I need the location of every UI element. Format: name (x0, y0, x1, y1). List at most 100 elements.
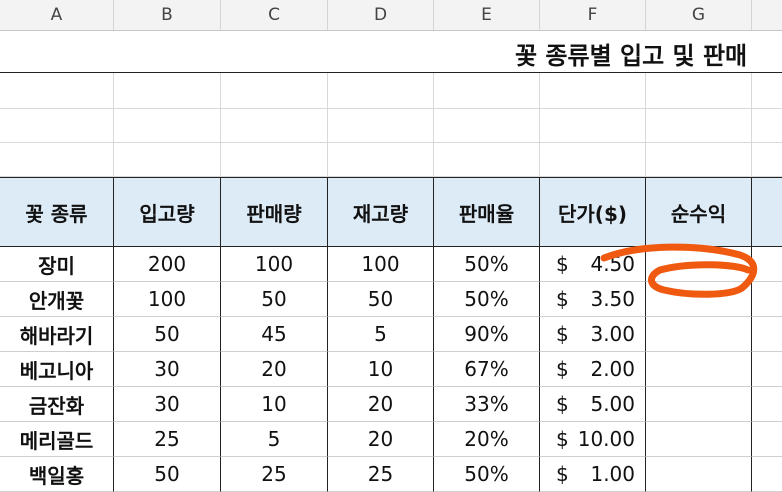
sales-rate-cell[interactable]: 67% (434, 352, 540, 387)
cell[interactable] (646, 143, 752, 177)
cell[interactable] (434, 73, 540, 109)
unit-price-cell[interactable]: $3.00 (540, 317, 646, 352)
sales-rate-cell[interactable]: 50% (434, 457, 540, 492)
net-profit-cell[interactable] (646, 422, 752, 457)
inventory-cell[interactable]: 25 (328, 457, 434, 492)
title-cell[interactable]: 꽃 종류별 입고 및 판매 (0, 31, 782, 73)
header-inventory[interactable]: 재고량 (328, 178, 434, 247)
net-profit-cell[interactable] (646, 457, 752, 492)
column-header-b[interactable]: B (114, 0, 221, 30)
cell[interactable] (434, 143, 540, 177)
sales-rate-cell[interactable]: 90% (434, 317, 540, 352)
sold-cell[interactable]: 50 (221, 282, 328, 317)
inventory-cell[interactable]: 100 (328, 247, 434, 282)
header-stock-in[interactable]: 입고량 (114, 178, 221, 247)
column-header-a[interactable]: A (0, 0, 114, 30)
cell[interactable] (0, 109, 114, 143)
cell[interactable] (540, 109, 646, 143)
net-profit-cell[interactable] (646, 317, 752, 352)
sales-rate-cell[interactable]: 50% (434, 247, 540, 282)
stock-in-cell[interactable]: 200 (114, 247, 221, 282)
header-net-profit[interactable]: 순수익 (646, 178, 752, 247)
stock-in-cell[interactable]: 100 (114, 282, 221, 317)
column-header-h[interactable] (752, 0, 782, 30)
cell[interactable] (752, 422, 782, 457)
unit-price-cell[interactable]: $2.00 (540, 352, 646, 387)
flower-name-cell[interactable]: 해바라기 (0, 317, 114, 352)
column-header-d[interactable]: D (328, 0, 434, 30)
sold-cell[interactable]: 5 (221, 422, 328, 457)
net-profit-cell[interactable] (646, 282, 752, 317)
cell[interactable] (646, 73, 752, 109)
cell[interactable] (114, 143, 221, 177)
header-flower-type[interactable]: 꽃 종류 (0, 178, 114, 247)
cell[interactable] (752, 109, 782, 143)
column-header-c[interactable]: C (221, 0, 328, 30)
cell[interactable] (221, 143, 328, 177)
stock-in-cell[interactable]: 50 (114, 317, 221, 352)
cell[interactable] (328, 143, 434, 177)
flower-name-cell[interactable]: 백일홍 (0, 457, 114, 492)
inventory-cell[interactable]: 20 (328, 422, 434, 457)
header-sold[interactable]: 판매량 (221, 178, 328, 247)
cell[interactable] (0, 73, 114, 109)
cell[interactable] (646, 109, 752, 143)
net-profit-cell[interactable] (646, 387, 752, 422)
cell[interactable] (540, 143, 646, 177)
flower-name-cell[interactable]: 베고니아 (0, 352, 114, 387)
cell[interactable] (328, 109, 434, 143)
cell[interactable] (752, 457, 782, 492)
cell[interactable] (752, 247, 782, 282)
sold-cell[interactable]: 20 (221, 352, 328, 387)
column-header-e[interactable]: E (434, 0, 540, 30)
sales-rate-cell[interactable]: 20% (434, 422, 540, 457)
sold-cell[interactable]: 45 (221, 317, 328, 352)
cell[interactable] (752, 73, 782, 109)
inventory-cell[interactable]: 10 (328, 352, 434, 387)
flower-name-cell[interactable]: 장미 (0, 247, 114, 282)
inventory-cell[interactable]: 20 (328, 387, 434, 422)
flower-name-cell[interactable]: 안개꽃 (0, 282, 114, 317)
cell[interactable] (221, 109, 328, 143)
net-profit-cell[interactable]: = (646, 247, 752, 282)
sales-rate-cell[interactable]: 50% (434, 282, 540, 317)
unit-price-cell[interactable]: $5.00 (540, 387, 646, 422)
cell[interactable] (0, 143, 114, 177)
stock-in-cell[interactable]: 30 (114, 387, 221, 422)
sold-cell[interactable]: 100 (221, 247, 328, 282)
cell[interactable] (752, 352, 782, 387)
column-header-f[interactable]: F (540, 0, 646, 30)
sales-rate-cell[interactable]: 33% (434, 387, 540, 422)
cell[interactable] (752, 282, 782, 317)
cell[interactable] (221, 73, 328, 109)
cell[interactable] (114, 73, 221, 109)
cell[interactable] (752, 317, 782, 352)
column-header-g[interactable]: G (646, 0, 752, 30)
cell[interactable] (540, 73, 646, 109)
inventory-cell[interactable]: 5 (328, 317, 434, 352)
unit-price-cell[interactable]: $1.00 (540, 457, 646, 492)
sold-cell[interactable]: 10 (221, 387, 328, 422)
stock-in-cell[interactable]: 50 (114, 457, 221, 492)
header-sales-rate[interactable]: 판매율 (434, 178, 540, 247)
cell[interactable] (328, 73, 434, 109)
flower-name-cell[interactable]: 금잔화 (0, 387, 114, 422)
table-row: 금잔화 30 10 20 33% $5.00 (0, 387, 782, 422)
empty-row (0, 109, 782, 143)
inventory-cell[interactable]: 50 (328, 282, 434, 317)
net-profit-cell[interactable] (646, 352, 752, 387)
sold-cell[interactable]: 25 (221, 457, 328, 492)
unit-price-cell[interactable]: $4.50 (540, 247, 646, 282)
cell[interactable] (752, 143, 782, 177)
stock-in-cell[interactable]: 30 (114, 352, 221, 387)
unit-price-cell[interactable]: $3.50 (540, 282, 646, 317)
cell[interactable] (434, 109, 540, 143)
stock-in-cell[interactable]: 25 (114, 422, 221, 457)
cell[interactable] (752, 387, 782, 422)
flower-name-cell[interactable]: 메리골드 (0, 422, 114, 457)
cell[interactable] (114, 109, 221, 143)
currency-symbol: $ (556, 462, 569, 486)
header-extra[interactable] (752, 178, 782, 247)
header-unit-price[interactable]: 단가($) (540, 178, 646, 247)
unit-price-cell[interactable]: $10.00 (540, 422, 646, 457)
